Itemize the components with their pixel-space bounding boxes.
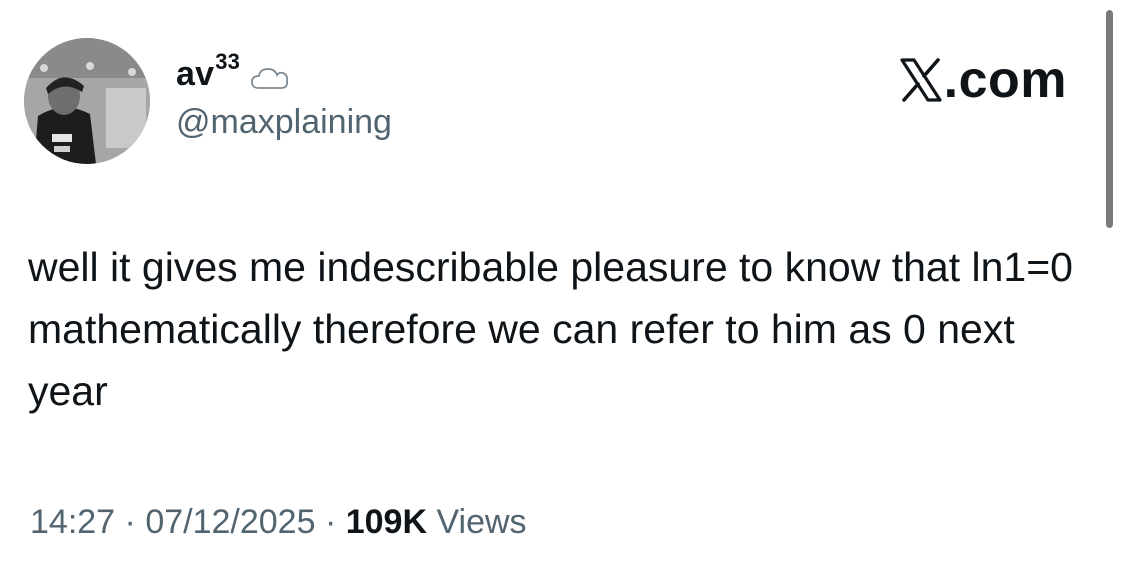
tweet-text: well it gives me indescribable pleasure … [28, 244, 1073, 414]
tweet-meta: 14:27 · 07/12/2025 · 109K Views [30, 503, 527, 542]
x-logo-icon [900, 58, 942, 102]
scrollbar-thumb[interactable] [1106, 10, 1113, 228]
avatar-photo-icon [24, 38, 150, 164]
author-handle[interactable]: @maxplaining [176, 103, 392, 142]
views-count: 109K [345, 503, 428, 541]
tweet-time[interactable]: 14:27 [30, 503, 115, 541]
avatar[interactable] [24, 38, 150, 164]
views-label: Views [436, 503, 527, 541]
cloud-emoji-icon [251, 68, 289, 89]
x-brand[interactable]: .com [900, 50, 1067, 110]
meta-separator: · [324, 503, 337, 541]
display-name-superscript: 33 [215, 49, 241, 74]
tweet-date[interactable]: 07/12/2025 [145, 503, 315, 541]
display-name[interactable]: av [176, 55, 214, 94]
tweet-card: av 33 @maxplaining .com well it gives me… [0, 0, 1125, 585]
meta-separator: · [124, 503, 136, 541]
brand-label: .com [943, 51, 1067, 109]
display-name-row[interactable]: av 33 [176, 49, 290, 96]
